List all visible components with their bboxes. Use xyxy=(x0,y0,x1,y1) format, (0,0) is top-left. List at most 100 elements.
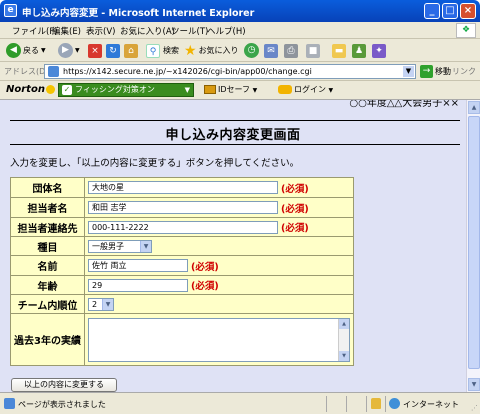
page-viewport: ○○年度△△大会男子×× 申し込み内容変更画面 入力を変更し、「以上の内容に変更… xyxy=(0,100,466,392)
team-name-input[interactable]: 大地の星 xyxy=(88,181,278,194)
address-url: https://x142.secure.ne.jp/~x142026/cgi-b… xyxy=(63,67,312,76)
security-zone: インターネット xyxy=(403,400,459,409)
folder-button[interactable]: ▬ xyxy=(332,42,346,59)
chevron-down-icon: ▼ xyxy=(75,47,80,54)
scroll-up-icon[interactable]: ▲ xyxy=(468,101,480,114)
age-input[interactable]: 29 xyxy=(88,278,188,292)
page-icon xyxy=(48,66,59,77)
login-button[interactable]: ログイン ▼ xyxy=(278,84,333,95)
print-icon: ⎙ xyxy=(284,43,298,58)
required-mark: (必須) xyxy=(281,183,309,195)
contact-name-input[interactable]: 和田 志学 xyxy=(88,201,278,214)
phishing-label: フィッシング対策オン xyxy=(75,85,155,94)
refresh-icon: ↻ xyxy=(106,43,120,58)
research-button[interactable]: ✦ xyxy=(372,42,386,59)
card-icon xyxy=(204,85,216,94)
maximize-icon[interactable]: □ xyxy=(442,3,458,19)
person-name-input[interactable]: 佐竹 両立 xyxy=(88,259,188,272)
folder-icon: ▬ xyxy=(332,43,346,58)
scroll-down-icon[interactable]: ▼ xyxy=(468,378,480,391)
search-button[interactable]: ⚲ 検索 xyxy=(146,42,179,59)
print-button[interactable]: ⎙ xyxy=(284,42,298,59)
resize-grip-icon[interactable]: ⋰ xyxy=(471,404,478,412)
globe-icon xyxy=(389,398,400,409)
stop-icon: × xyxy=(88,43,102,58)
chevron-down-icon: ▼ xyxy=(252,87,258,94)
team-name-label: 団体名 xyxy=(10,177,85,198)
ie-logo-icon: e xyxy=(4,4,17,17)
contact-phone-cell: 000-111-2222 (必須) xyxy=(84,217,354,237)
category-select[interactable]: 一般男子 ▼ xyxy=(88,239,152,253)
menu-tools[interactable]: ツール(T) xyxy=(171,25,208,37)
edit-button[interactable]: ■ xyxy=(306,42,320,59)
messenger-button[interactable]: ♟ xyxy=(352,42,366,59)
menu-help[interactable]: ヘルプ(H) xyxy=(207,25,246,37)
login-label: ログイン xyxy=(294,85,326,94)
idsafe-label: IDセーフ xyxy=(218,85,251,94)
page-icon xyxy=(4,398,15,409)
go-button[interactable]: → 移動 xyxy=(420,65,451,78)
scroll-up-icon[interactable]: ▲ xyxy=(339,318,349,329)
stop-button[interactable]: × xyxy=(88,42,102,59)
close-icon[interactable]: × xyxy=(460,3,476,19)
contact-phone-input[interactable]: 000-111-2222 xyxy=(88,220,278,234)
submit-change-button[interactable]: 以上の内容に変更する xyxy=(11,378,117,392)
home-button[interactable]: ⌂ xyxy=(124,42,138,59)
application-form: 団体名 大地の星 (必須) 担当者名 和田 志学 (必須) 担当者連絡先 000-1… xyxy=(10,177,354,366)
chevron-down-icon: ▼ xyxy=(140,240,151,252)
chevron-down-icon[interactable]: ▼ xyxy=(403,66,414,77)
history-cell: ▲ ▼ xyxy=(84,313,354,366)
status-text: ページが表示されました xyxy=(18,400,106,409)
divider xyxy=(326,396,327,412)
history-label: 過去3年の実績 xyxy=(10,313,85,366)
chevron-down-icon: ▼ xyxy=(184,86,190,94)
scroll-thumb[interactable] xyxy=(468,116,480,369)
menu-view[interactable]: 表示(V) xyxy=(86,25,115,37)
history-button[interactable]: ◷ xyxy=(244,42,259,59)
back-button[interactable]: ◀ 戻る ▼ xyxy=(6,42,46,59)
category-label: 種目 xyxy=(10,236,85,256)
mail-icon: ✉ xyxy=(264,43,278,58)
menu-edit[interactable]: 編集(E) xyxy=(52,25,81,37)
minimize-icon[interactable]: _ xyxy=(424,3,440,19)
textarea-scrollbar[interactable]: ▲ ▼ xyxy=(338,318,349,361)
required-mark: (必須) xyxy=(281,223,309,234)
windows-logo-icon: ❖ xyxy=(456,23,476,38)
divider xyxy=(366,396,367,412)
required-mark: (必須) xyxy=(191,261,219,273)
chevron-down-icon: ▼ xyxy=(41,47,46,54)
chevron-down-icon: ▼ xyxy=(328,87,334,94)
mail-button[interactable]: ✉ xyxy=(264,42,278,59)
refresh-button[interactable]: ↻ xyxy=(106,42,120,59)
messenger-icon: ♟ xyxy=(352,43,366,58)
divider xyxy=(346,396,347,412)
norton-check-icon xyxy=(45,84,55,94)
address-input[interactable]: https://x142.secure.ne.jp/~x142026/cgi-b… xyxy=(44,64,416,79)
team-rank-cell: 2 ▼ xyxy=(84,294,354,314)
go-label: 移動 xyxy=(435,67,451,76)
phishing-protection-button[interactable]: ✓ フィッシング対策オン ▼ xyxy=(58,83,194,97)
event-name: ○○年度△△大会男子×× xyxy=(349,100,459,109)
favorites-button[interactable]: ★ お気に入り xyxy=(184,42,239,59)
page-scrollbar[interactable]: ▲ ▼ xyxy=(466,100,480,392)
contact-phone-label: 担当者連絡先 xyxy=(10,217,85,237)
links-label[interactable]: リンク xyxy=(452,66,476,77)
history-textarea[interactable]: ▲ ▼ xyxy=(88,317,350,362)
person-name-label: 名前 xyxy=(10,255,85,276)
address-label: アドレス(D) xyxy=(4,67,49,76)
edit-icon: ■ xyxy=(306,43,320,58)
norton-logo-text: Norton xyxy=(6,84,45,95)
star-icon: ★ xyxy=(184,42,197,59)
toolbar: ◀ 戻る ▼ ▶ ▼ × ↻ ⌂ ⚲ 検索 ★ お気に入り ◷ ✉ ⎙ ■ ▬ … xyxy=(0,39,480,62)
forward-button[interactable]: ▶ ▼ xyxy=(58,42,80,59)
menu-favorites[interactable]: お気に入り(A) xyxy=(120,25,175,37)
chevron-down-icon: ▼ xyxy=(102,298,113,310)
check-icon: ✓ xyxy=(62,85,72,95)
divider xyxy=(10,120,460,121)
idsafe-button[interactable]: IDセーフ ▼ xyxy=(204,84,257,95)
address-bar: アドレス(D) https://x142.secure.ne.jp/~x1420… xyxy=(0,62,480,81)
scroll-down-icon[interactable]: ▼ xyxy=(339,350,349,361)
team-rank-select[interactable]: 2 ▼ xyxy=(88,297,114,311)
menu-file[interactable]: ファイル(F) xyxy=(12,25,58,37)
required-mark: (必須) xyxy=(191,281,219,292)
